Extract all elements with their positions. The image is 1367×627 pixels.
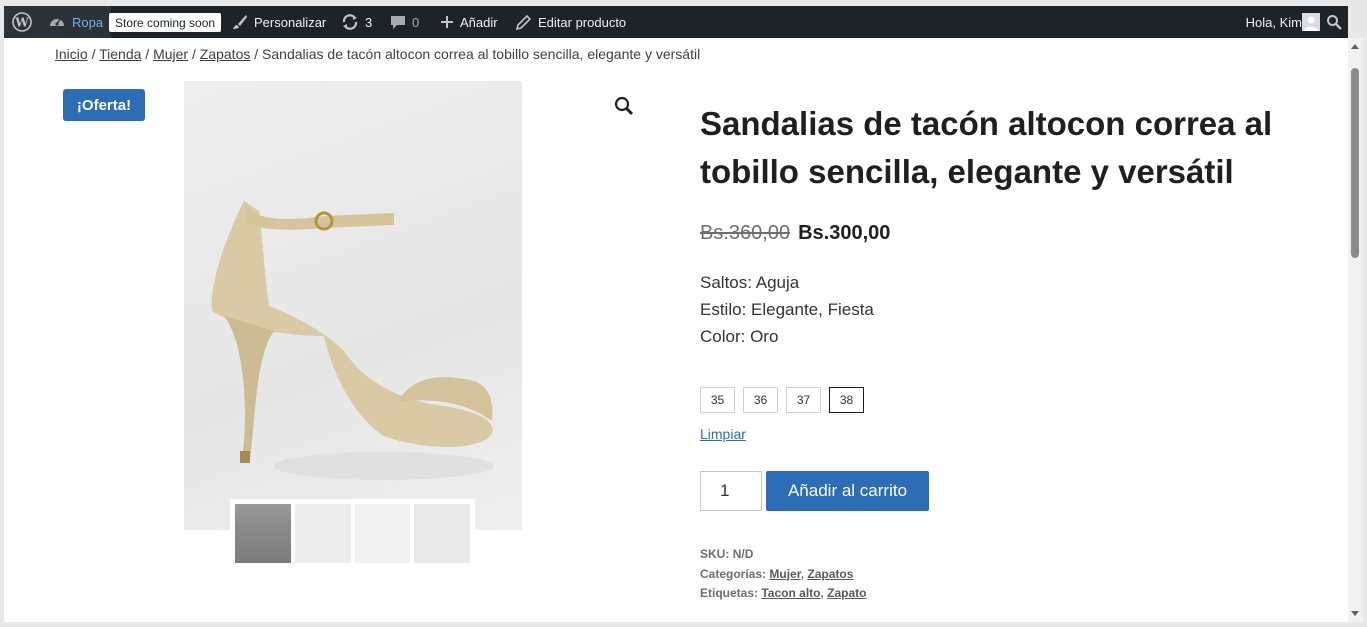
edit-product-link[interactable]: Editar producto [516, 6, 626, 38]
search-icon [1327, 15, 1342, 30]
add-new-label: Añadir [460, 14, 498, 30]
scroll-down-arrow-icon[interactable] [1351, 611, 1359, 616]
sku-line: SKU: N/D [700, 545, 867, 565]
breadcrumb-separator: / [91, 46, 96, 62]
wordpress-logo-menu[interactable]: W [4, 6, 40, 38]
edit-product-label: Editar producto [538, 14, 627, 30]
category-link-zapatos[interactable]: Zapatos [807, 567, 853, 581]
thumbnail-4[interactable] [414, 504, 470, 563]
heel-sandal-illustration [211, 201, 494, 480]
category-link-mujer[interactable]: Mujer [769, 567, 800, 581]
attribute-style: Estilo: Elegante, Fiesta [700, 300, 874, 319]
tag-link-zapato[interactable]: Zapato [827, 586, 866, 600]
breadcrumb-separator: / [254, 46, 259, 62]
admin-bar: W Ropa Store coming soon Personalizar 3 … [4, 6, 1348, 38]
browser-viewport: W Ropa Store coming soon Personalizar 3 … [4, 6, 1348, 622]
user-avatar-icon [1302, 13, 1320, 31]
sale-badge: ¡Oferta! [63, 89, 145, 121]
regular-price: Bs.360,00 [700, 222, 791, 244]
product-attributes: Saltos: Aguja Estilo: Elegante, Fiesta C… [700, 269, 874, 350]
size-selector: 35 36 37 38 [700, 387, 864, 413]
breadcrumb-zapatos[interactable]: Zapatos [200, 46, 251, 62]
scrollbar-thumb[interactable] [1351, 68, 1359, 258]
comment-icon [391, 16, 405, 29]
product-title-line-2: tobillo sencilla, elegante y versátil [700, 153, 1234, 190]
breadcrumb-separator: / [145, 46, 150, 62]
zoom-button[interactable] [613, 95, 635, 117]
tags-label: Etiquetas: [700, 586, 759, 600]
size-option-37[interactable]: 37 [786, 387, 821, 413]
attribute-color: Color: Oro [700, 327, 779, 346]
brush-icon [233, 15, 247, 29]
size-option-35[interactable]: 35 [700, 387, 735, 413]
sale-price: Bs.300,00 [798, 222, 891, 244]
tags-line: Etiquetas: Tacon alto, Zapato [700, 586, 867, 600]
thumbnail-1[interactable] [235, 504, 291, 563]
product-title: Sandalias de tacón altocon correa al tob… [700, 100, 1300, 196]
customize-link[interactable]: Personalizar [232, 6, 326, 38]
clear-selection-link[interactable]: Limpiar [700, 426, 746, 442]
sku-label: SKU: [700, 547, 730, 561]
updates-icon [342, 14, 358, 30]
categories-line: Categorías: Mujer, Zapatos [700, 566, 854, 581]
add-new-menu[interactable]: Añadir [440, 6, 498, 38]
vertical-scrollbar[interactable] [1348, 38, 1363, 622]
customize-label: Personalizar [254, 14, 327, 30]
scroll-up-arrow-icon[interactable] [1351, 44, 1359, 49]
wordpress-icon: W [12, 12, 32, 32]
magnifier-icon [614, 96, 634, 116]
gallery-thumbnails [230, 499, 475, 567]
breadcrumb-mujer[interactable]: Mujer [153, 46, 188, 62]
breadcrumb-separator: / [191, 46, 196, 62]
sku-value: N/D [732, 547, 754, 561]
add-to-cart-button[interactable]: Añadir al carrito [766, 471, 929, 511]
greeting-text: Hola, Kim [1245, 14, 1302, 30]
plus-icon [441, 16, 453, 28]
updates-count: 3 [365, 14, 373, 30]
product-main-image[interactable] [184, 81, 522, 530]
account-menu[interactable]: Hola, Kim [1246, 6, 1302, 38]
comments-link[interactable]: 0 [390, 6, 419, 38]
thumbnail-2[interactable] [294, 504, 351, 563]
svg-text:W: W [14, 16, 29, 30]
comments-count: 0 [412, 14, 420, 30]
product-title-line-1: Sandalias de tacón altocon correa al [700, 105, 1273, 142]
breadcrumb-tienda[interactable]: Tienda [99, 46, 141, 62]
product-price: Bs.360,00 Bs.300,00 [700, 222, 890, 245]
updates-link[interactable]: 3 [341, 6, 372, 38]
pencil-icon [516, 14, 532, 30]
dashboard-icon [50, 18, 64, 26]
breadcrumb-inicio[interactable]: Inicio [55, 46, 88, 62]
size-option-38[interactable]: 38 [829, 387, 864, 413]
tag-link-tacon-alto[interactable]: Tacon alto [761, 586, 820, 600]
site-name-menu[interactable]: Ropa [40, 6, 112, 38]
store-status-badge[interactable]: Store coming soon [109, 13, 222, 32]
breadcrumb: Inicio / Tienda / Mujer / Zapatos / Sand… [55, 46, 700, 62]
product-meta: SKU: N/D Categorías: Mujer, Zapatos Etiq… [700, 545, 867, 604]
categories-label: Categorías: [700, 566, 767, 581]
quantity-input[interactable]: 1 [700, 471, 762, 511]
site-name: Ropa [72, 14, 104, 30]
avatar[interactable] [1302, 13, 1320, 31]
adminbar-search-button[interactable] [1326, 6, 1342, 38]
breadcrumb-current: Sandalias de tacón altocon correa al tob… [262, 46, 701, 62]
thumbnail-3[interactable] [354, 504, 411, 563]
size-option-36[interactable]: 36 [743, 387, 778, 413]
attribute-heel: Saltos: Aguja [700, 273, 800, 292]
